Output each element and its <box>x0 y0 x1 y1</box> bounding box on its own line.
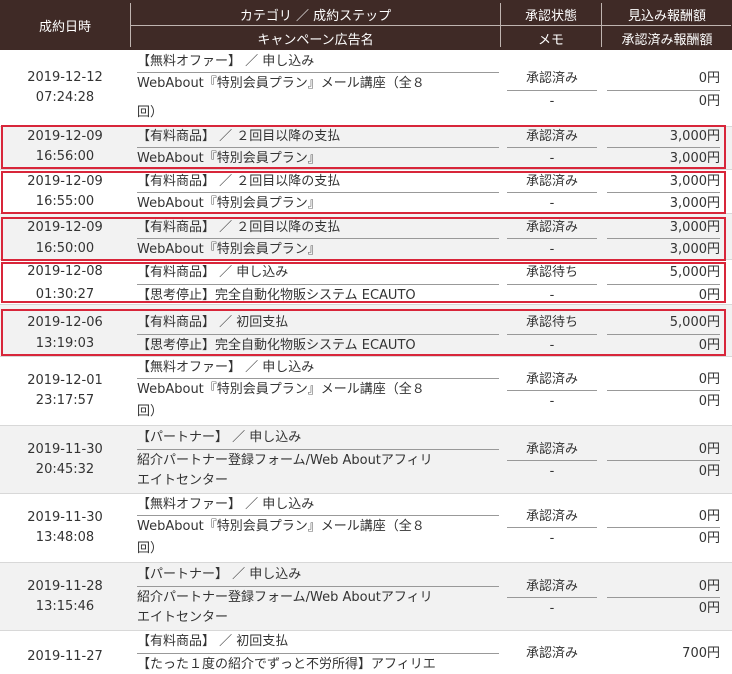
row-campaign[interactable]: WebAbout『特別会員プラン』メール講座（全８ <box>137 378 499 399</box>
table-header: 成約日時 カテゴリ ／ 成約ステップ キャンペーン広告名 承認状態 メモ 見込み… <box>0 0 732 50</box>
table-row: 2019-12-01 23:17:57 【無料オファー】 ／ 申し込み WebA… <box>0 357 732 425</box>
row-memo: - <box>507 597 597 618</box>
row-approved: 0円 <box>607 390 720 411</box>
row-date: 2019-11-30 <box>27 510 103 525</box>
row-date: 2019-12-01 <box>27 373 103 388</box>
row-campaign-cont: エイトセンター <box>137 610 229 625</box>
row-status: 承認済み <box>525 71 578 86</box>
header-campaign[interactable]: キャンペーン広告名 <box>131 29 500 48</box>
header-category[interactable]: カテゴリ ／ 成約ステップ <box>131 5 500 24</box>
row-memo: - <box>507 90 597 111</box>
row-category: 【パートナー】 ／ 申し込み <box>137 567 302 582</box>
row-status: 承認済み <box>525 372 578 387</box>
table-row: 2019-11-30 20:45:32 【パートナー】 ／ 申し込み 紹介パート… <box>0 426 732 493</box>
highlight-box <box>1 309 726 356</box>
row-approved: 0円 <box>607 90 720 111</box>
row-approved: 0円 <box>607 460 720 481</box>
row-campaign-cont: エイトセンター <box>137 473 229 488</box>
table-row: 2019-11-30 13:48:08 【無料オファー】 ／ 申し込み WebA… <box>0 494 732 562</box>
row-time: 23:17:57 <box>35 393 95 408</box>
row-expected: 700円 <box>682 646 720 661</box>
row-expected: 0円 <box>698 509 720 524</box>
row-date: 2019-12-12 <box>27 70 103 85</box>
row-memo: - <box>507 460 597 481</box>
row-memo: - <box>507 527 597 548</box>
row-status: 承認済み <box>525 442 578 457</box>
header-memo[interactable]: メモ <box>501 29 601 48</box>
row-status: 承認済み <box>525 579 578 594</box>
row-time: 13:15:46 <box>35 599 95 614</box>
row-category: 【無料オファー】 ／ 申し込み <box>137 54 315 69</box>
highlight-box <box>1 217 726 261</box>
row-campaign[interactable]: 紹介パートナー登録フォーム/Web Aboutアフィリ <box>137 586 499 607</box>
row-campaign[interactable]: WebAbout『特別会員プラン』メール講座（全８ <box>137 72 499 93</box>
row-date: 2019-11-30 <box>27 442 103 457</box>
row-campaign-cont: 回） <box>137 404 164 419</box>
highlight-box <box>1 262 726 303</box>
row-campaign[interactable]: WebAbout『特別会員プラン』メール講座（全８ <box>137 515 499 536</box>
row-expected: 0円 <box>698 442 720 457</box>
header-expected[interactable]: 見込み報酬額 <box>602 5 732 24</box>
row-category: 【パートナー】 ／ 申し込み <box>137 430 302 445</box>
row-approved: 0円 <box>607 527 720 548</box>
row-date: 2019-11-27 <box>27 649 103 664</box>
row-status: 承認済み <box>525 646 578 661</box>
header-date[interactable]: 成約日時 <box>0 16 130 35</box>
row-time: 13:48:08 <box>35 530 95 545</box>
row-memo: - <box>507 390 597 411</box>
row-approved: 0円 <box>607 597 720 618</box>
row-date: 2019-11-28 <box>27 579 103 594</box>
row-time: 07:24:28 <box>35 90 95 105</box>
row-campaign[interactable]: 紹介パートナー登録フォーム/Web Aboutアフィリ <box>137 449 499 470</box>
row-category: 【有料商品】 ／ 初回支払 <box>137 634 289 649</box>
row-category: 【無料オファー】 ／ 申し込み <box>137 360 315 375</box>
row-status: 承認済み <box>525 509 578 524</box>
table-row: 2019-12-12 07:24:28 【無料オファー】 ／ 申し込み WebA… <box>0 50 732 126</box>
row-category: 【無料オファー】 ／ 申し込み <box>137 497 315 512</box>
row-campaign-cont: 回） <box>137 541 164 556</box>
row-expected: 0円 <box>698 71 720 86</box>
row-expected: 0円 <box>698 372 720 387</box>
table-row: 2019-11-28 13:15:46 【パートナー】 ／ 申し込み 紹介パート… <box>0 563 732 630</box>
row-campaign-cont: 回） <box>137 105 164 120</box>
row-expected: 0円 <box>698 579 720 594</box>
highlight-box <box>1 125 726 169</box>
row-time: 20:45:32 <box>35 462 95 477</box>
table-row: 2019-11-27 【有料商品】 ／ 初回支払 【たった１度の紹介でずっと不労… <box>0 631 732 672</box>
highlight-box <box>1 171 726 214</box>
header-status[interactable]: 承認状態 <box>501 5 601 24</box>
row-campaign[interactable]: 【たった１度の紹介でずっと不労所得】アフィリエ <box>137 653 499 674</box>
header-approved[interactable]: 承認済み報酬額 <box>602 29 732 48</box>
